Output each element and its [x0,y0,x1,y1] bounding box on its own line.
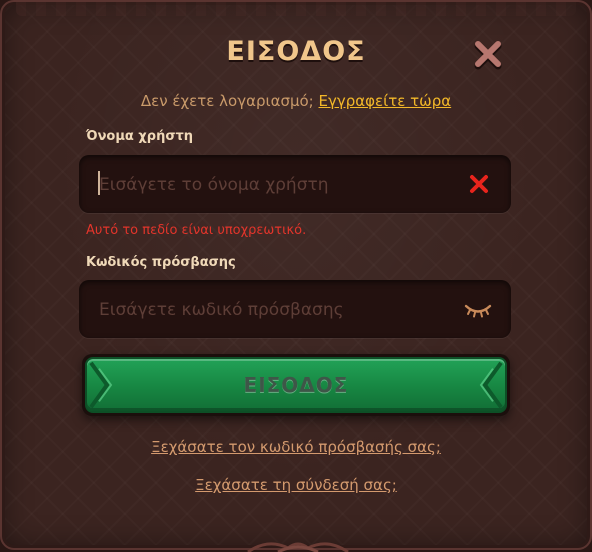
eye-closed-icon [464,304,492,318]
close-icon [474,41,502,70]
login-dialog: ΕΙΣΟΔΟΣ Δεν έχετε λογαριασμό; Εγγραφείτε… [0,0,592,552]
top-decoration [16,2,576,16]
login-button-label: ΕΙΣΟΔΟΣ [243,373,349,397]
signup-prompt: Δεν έχετε λογαριασμό; Εγγραφείτε τώρα [2,92,590,110]
text-caret [98,171,100,195]
username-field-wrapper [79,155,511,215]
signup-prompt-text: Δεν έχετε λογαριασμό; [140,92,314,110]
forgot-login-link[interactable]: Ξεχάσατε τη σύνδεσή σας; [2,476,590,494]
chevron-right-ornament-icon [479,361,503,409]
login-button[interactable]: ΕΙΣΟΔΟΣ [82,354,510,416]
password-label: Κωδικός πρόσβασης [86,255,236,270]
clear-input-icon [470,175,488,193]
password-field-wrapper [79,280,511,340]
toggle-password-visibility[interactable] [463,297,493,321]
login-button-face: ΕΙΣΟΔΟΣ [85,357,507,413]
username-error: Αυτό το πεδίο είναι υποχρεωτικό. [86,223,307,238]
forgot-password-link[interactable]: Ξεχάσατε τον κωδικό πρόσβασής σας; [2,438,590,456]
username-input[interactable] [97,155,461,215]
username-label: Όνομα χρήστη [86,129,194,144]
clear-username-button[interactable] [467,172,491,196]
close-button[interactable] [472,38,504,70]
signup-link[interactable]: Εγγραφείτε τώρα [319,92,452,110]
password-input[interactable] [97,280,461,340]
